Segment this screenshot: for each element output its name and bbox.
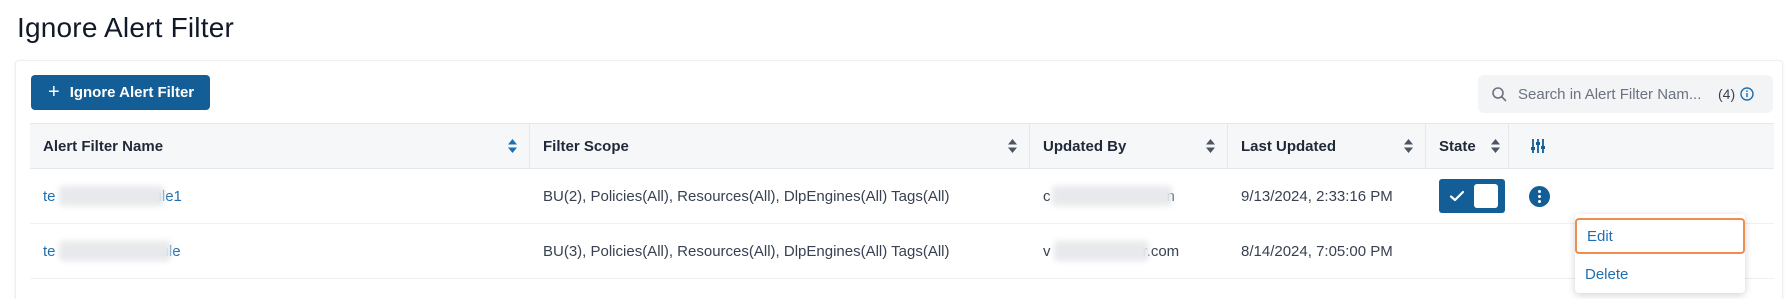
redacted-text [1054, 241, 1149, 261]
state-cell [1426, 224, 1509, 278]
delete-menu-item[interactable]: Delete [1575, 258, 1745, 290]
filters-card: + Ignore Alert Filter (4) Alert Filter N… [15, 60, 1783, 299]
column-label: Last Updated [1241, 137, 1337, 155]
state-cell [1426, 169, 1509, 223]
sort-icon[interactable] [1206, 139, 1215, 153]
add-button-label: Ignore Alert Filter [69, 84, 195, 101]
sort-icon[interactable] [1008, 139, 1017, 153]
sliders-icon[interactable] [1530, 138, 1546, 154]
redacted-text [59, 241, 171, 261]
table-row: te ule1 BU(2), Policies(All), Resources(… [30, 169, 1774, 224]
filter-scope-cell: BU(2), Policies(All), Resources(All), Dl… [543, 187, 950, 205]
plus-icon: + [48, 80, 60, 103]
alert-filter-name-start[interactable]: te [43, 243, 56, 260]
add-ignore-alert-filter-button[interactable]: + Ignore Alert Filter [31, 75, 210, 110]
column-label: State [1439, 137, 1476, 155]
table-header: Alert Filter Name Filter Scope Updated B… [30, 123, 1774, 169]
column-header-updated-by[interactable]: Updated By [1030, 124, 1228, 168]
column-header-filter-scope[interactable]: Filter Scope [530, 124, 1030, 168]
search-icon [1490, 85, 1508, 103]
alert-filter-table: Alert Filter Name Filter Scope Updated B… [30, 123, 1774, 279]
column-header-last-updated[interactable]: Last Updated [1228, 124, 1426, 168]
updated-by-cell: v r.com [1030, 224, 1228, 278]
last-updated-cell: 9/13/2024, 2:33:16 PM [1241, 187, 1393, 205]
toggle-knob [1474, 184, 1498, 208]
updated-by-start: v [1043, 242, 1051, 260]
updated-by-cell: c n [1030, 169, 1228, 223]
column-header-alert-filter-name[interactable]: Alert Filter Name [30, 124, 530, 168]
alert-filter-name-cell[interactable]: te ule1 [30, 169, 530, 223]
check-icon [1449, 190, 1465, 202]
result-count: (4) [1718, 86, 1736, 102]
edit-menu-item[interactable]: Edit [1575, 218, 1745, 254]
redacted-text [59, 186, 164, 206]
search-box: (4) [1478, 75, 1773, 113]
table-row: te ule BU(3), Policies(All), Resources(A… [30, 224, 1774, 279]
updated-by-start: c [1043, 187, 1051, 205]
column-label: Alert Filter Name [43, 137, 164, 155]
sort-icon[interactable] [508, 139, 517, 153]
column-label: Filter Scope [543, 137, 629, 155]
redacted-text [1052, 186, 1172, 206]
column-label: Updated By [1043, 137, 1127, 155]
info-icon[interactable] [1740, 87, 1754, 101]
state-toggle[interactable] [1439, 179, 1505, 213]
sort-icon[interactable] [1491, 139, 1500, 153]
filter-scope-cell: BU(3), Policies(All), Resources(All), Dl… [543, 242, 950, 260]
sort-icon[interactable] [1404, 139, 1413, 153]
alert-filter-name-cell[interactable]: te ule [30, 224, 530, 278]
column-header-state[interactable]: State [1426, 124, 1509, 168]
row-actions-menu: Edit Delete [1575, 214, 1745, 293]
page-title: Ignore Alert Filter [17, 12, 234, 43]
kebab-icon[interactable] [1529, 185, 1550, 207]
column-settings[interactable] [1509, 124, 1774, 168]
search-input[interactable] [1518, 85, 1708, 103]
alert-filter-name-start[interactable]: te [43, 188, 56, 205]
last-updated-cell: 8/14/2024, 7:05:00 PM [1241, 242, 1393, 260]
